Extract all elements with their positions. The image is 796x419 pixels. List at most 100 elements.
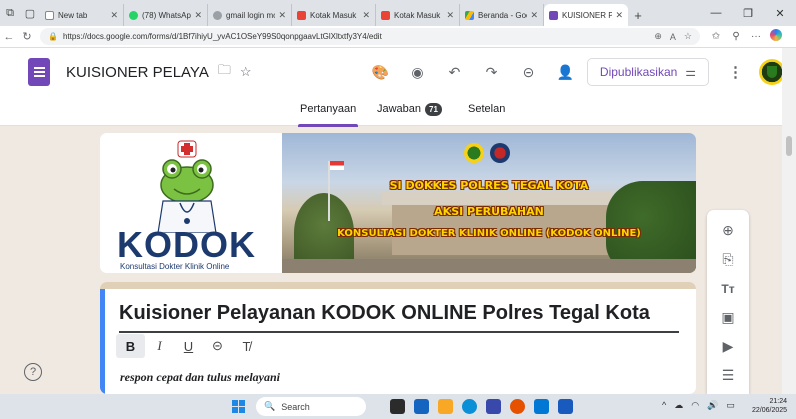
add-video-icon[interactable]: ▶ — [712, 332, 744, 361]
banner-line-3: KONSULTASI DOKTER KLINIK ONLINE (KODOK O… — [337, 228, 641, 239]
form-header-image: KODOK Konsultasi Dokter Klinik Online SI… — [100, 133, 696, 273]
taskbar-apps — [390, 399, 573, 414]
site-info-icon[interactable]: 🔒 — [48, 32, 58, 41]
form-title-card[interactable]: Kuisioner Pelayanan KODOK ONLINE Polres … — [100, 282, 696, 394]
volume-icon[interactable]: 🔊 — [707, 400, 718, 411]
published-label: Dipublikasikan — [599, 65, 678, 79]
url-input[interactable]: 🔒 https://docs.google.com/forms/d/1Bf7ih… — [40, 28, 700, 45]
search-favicon-icon — [213, 10, 222, 20]
customize-theme-icon[interactable]: 🎨 — [362, 64, 399, 81]
close-tab-icon[interactable]: ✕ — [530, 10, 538, 21]
search-icon: 🔍 — [264, 401, 276, 411]
browser-tab[interactable]: Kotak Masuk (✕ — [292, 4, 376, 26]
browser-tab[interactable]: Beranda - Goo ✕ — [460, 4, 544, 26]
tab-actions-icon[interactable]: ▢ — [20, 0, 40, 26]
close-tab-icon[interactable]: ✕ — [615, 10, 623, 21]
close-tab-icon[interactable]: ✕ — [446, 10, 454, 21]
new-tab-icon[interactable]: + — [628, 4, 648, 26]
add-question-icon[interactable]: ⊕ — [712, 216, 744, 245]
bold-button[interactable]: B — [116, 334, 145, 358]
link-icon[interactable]: ⊝ — [510, 64, 547, 81]
italic-button[interactable]: I — [145, 334, 174, 358]
redo-icon[interactable]: ↷ — [473, 64, 510, 81]
favorite-star-icon[interactable]: ☆ — [684, 31, 692, 42]
taskbar-clock[interactable]: 21:24 22/06/2025 — [752, 397, 787, 415]
restore-icon[interactable]: ❐ — [732, 0, 764, 26]
minimize-icon[interactable]: — — [700, 0, 732, 26]
widgets-icon[interactable] — [414, 399, 429, 414]
tab-questions[interactable]: Pertanyaan — [297, 103, 359, 127]
add-collaborators-icon[interactable]: 👤 — [547, 64, 584, 81]
kodok-wordmark: KODOK — [117, 224, 256, 265]
star-icon[interactable]: ☆ — [240, 64, 252, 80]
edge-browser-icon[interactable] — [462, 399, 477, 414]
whatsapp-icon — [129, 10, 138, 20]
copilot-icon[interactable] — [766, 29, 786, 44]
taskbar-search-input[interactable]: 🔍 Search — [256, 397, 366, 416]
window-controls: — ❐ ✕ — [700, 0, 796, 26]
move-to-folder-icon[interactable]: 🗀 — [218, 61, 231, 83]
banner-line-1: SI DOKKES POLRES TEGAL KOTA — [389, 179, 589, 192]
responses-count-badge: 71 — [425, 103, 442, 116]
clear-formatting-icon[interactable]: T̸ — [232, 334, 261, 358]
google-forms-logo-icon[interactable] — [28, 58, 50, 86]
clock-time: 21:24 — [769, 398, 788, 405]
undo-icon[interactable]: ↶ — [436, 64, 473, 81]
back-icon[interactable]: ← — [0, 31, 18, 43]
tab-responses[interactable]: Jawaban 71 — [377, 103, 442, 116]
search-placeholder: Search — [281, 401, 310, 412]
tab-responses-label: Jawaban — [377, 103, 422, 115]
preview-eye-icon[interactable]: ◉ — [399, 64, 436, 81]
browser-tab[interactable]: New tab ✕ — [40, 4, 124, 26]
add-image-icon[interactable]: ▣ — [712, 303, 744, 332]
insert-link-icon[interactable]: ⊝ — [203, 334, 232, 358]
form-title[interactable]: KUISIONER PELAYA — [66, 64, 209, 81]
word-icon[interactable] — [558, 399, 573, 414]
close-tab-icon[interactable]: ✕ — [362, 10, 370, 21]
close-tab-icon[interactable]: ✕ — [110, 10, 118, 21]
more-options-icon[interactable]: ⋮ — [728, 63, 743, 81]
system-tray: ^ ☁ ◠ 🔊 ▭ — [662, 400, 735, 411]
zoom-icon[interactable]: ⊕ — [654, 31, 662, 42]
reload-icon[interactable]: ↻ — [18, 30, 36, 43]
import-questions-icon[interactable]: ⎘ — [712, 245, 744, 274]
help-icon[interactable]: ? — [24, 363, 42, 381]
scrollbar-thumb[interactable] — [786, 136, 792, 156]
add-section-icon[interactable]: ☰ — [712, 361, 744, 390]
store-icon[interactable] — [534, 399, 549, 414]
browser-tab[interactable]: (78) WhatsApp ✕ — [124, 4, 208, 26]
polri-emblem-icon — [464, 143, 484, 163]
wifi-icon[interactable]: ◠ — [691, 400, 699, 411]
browser-tab[interactable]: gmail login mo ✕ — [208, 4, 292, 26]
tray-overflow-icon[interactable]: ^ — [662, 400, 666, 411]
more-menu-icon[interactable]: ··· — [746, 31, 766, 42]
form-description-input[interactable]: respon cepat dan tulus melayani — [120, 370, 280, 385]
close-tab-icon[interactable]: ✕ — [194, 10, 202, 21]
add-title-icon[interactable]: Tт — [712, 274, 744, 303]
address-bar-row: ← ↻ 🔒 https://docs.google.com/forms/d/1B… — [0, 26, 796, 48]
browser-tab-strip: ⧉ ▢ New tab ✕ (78) WhatsApp ✕ gmail login … — [0, 0, 796, 26]
published-button[interactable]: Dipublikasikan ⚌ — [587, 58, 709, 86]
cloud-icon[interactable]: ☁ — [674, 400, 683, 411]
browser-tab-active[interactable]: KUISIONER PEL✕ — [544, 4, 628, 26]
close-tab-icon[interactable]: ✕ — [278, 10, 286, 21]
underline-button[interactable]: U — [174, 334, 203, 358]
page-scrollbar[interactable] — [782, 48, 796, 394]
form-title-input[interactable]: Kuisioner Pelayanan KODOK ONLINE Polres … — [119, 302, 679, 333]
tab-settings[interactable]: Setelan — [468, 103, 505, 115]
task-view-icon[interactable] — [390, 399, 405, 414]
file-explorer-icon[interactable] — [438, 399, 453, 414]
close-window-icon[interactable]: ✕ — [764, 0, 796, 26]
extensions-icon[interactable]: ⚲ — [726, 31, 746, 42]
chrome-icon[interactable] — [510, 399, 525, 414]
workspaces-icon[interactable]: ⧉ — [0, 0, 20, 26]
kodok-tagline: Konsultasi Dokter Klinik Online — [120, 262, 230, 271]
browser-tab[interactable]: Kotak Masuk (✕ — [376, 4, 460, 26]
form-side-toolbar: ⊕ ⎘ Tт ▣ ▶ ☰ — [707, 210, 749, 394]
favorites-icon[interactable]: ✩ — [706, 31, 726, 42]
read-aloud-icon[interactable]: A — [670, 32, 676, 42]
battery-icon[interactable]: ▭ — [726, 400, 735, 411]
windows-start-icon[interactable] — [232, 400, 245, 413]
gmail-icon — [381, 10, 390, 20]
photos-icon[interactable] — [486, 399, 501, 414]
